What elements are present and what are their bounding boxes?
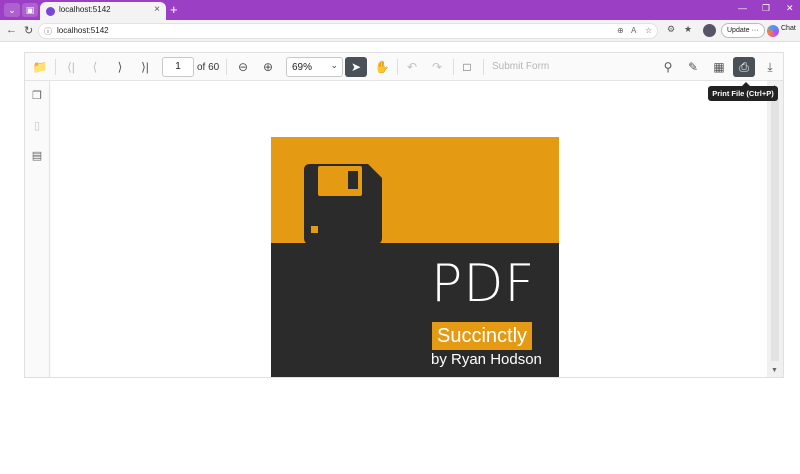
submit-form-button[interactable]: Submit Form	[492, 61, 549, 72]
site-favicon-icon	[46, 7, 55, 16]
print-icon[interactable]: ⎙	[733, 57, 755, 77]
comment-icon[interactable]: □	[456, 57, 478, 77]
minimize-icon[interactable]: —	[738, 3, 747, 13]
pdf-viewer: 📁 ⟨| ⟨ ⟩ ⟩| 1 of 60 ⊖ ⊕ 69% ⌄ ➤ ✋ ↶ ↷ □ …	[24, 52, 784, 378]
bookmark-icon[interactable]: ▯	[29, 118, 45, 134]
site-info-icon[interactable]: ⓘ	[44, 26, 52, 37]
update-label: Update	[727, 27, 750, 34]
undo-icon[interactable]: ↶	[401, 57, 423, 77]
annotation-icon[interactable]: ✎	[682, 57, 704, 77]
browser-tab-active[interactable]: localhost:5142 ×	[40, 2, 166, 20]
organize-pages-icon[interactable]: ▦	[708, 57, 730, 77]
extensions-icon[interactable]: ⚙	[667, 24, 675, 35]
toolbar-divider	[397, 59, 398, 75]
cover-title: PDF	[431, 254, 536, 314]
page-thumbnails-icon[interactable]: ❐	[29, 88, 45, 104]
browser-tab-bar: ⌄ ▣ localhost:5142 × + — ❐ ✕	[0, 0, 800, 20]
toolbar-divider	[226, 59, 227, 75]
toolbar-divider	[483, 59, 484, 75]
toolbar-divider	[55, 59, 56, 75]
cover-series-badge: Succinctly	[432, 322, 533, 350]
address-bar[interactable]: ⓘ localhost:5142 ⊕ A ☆	[38, 23, 658, 39]
chat-button[interactable]: Chat	[781, 25, 796, 32]
next-page-icon[interactable]: ⟩	[109, 57, 131, 77]
cover-author: by Ryan Hodson	[431, 351, 542, 368]
folder-icon[interactable]: 📁	[29, 57, 51, 77]
read-aloud-icon[interactable]: A	[631, 26, 636, 35]
zoom-select[interactable]: 69% ⌄	[286, 57, 343, 77]
scroll-down-icon[interactable]: ▼	[771, 367, 778, 374]
url-text[interactable]: localhost:5142	[57, 26, 109, 35]
update-button[interactable]: Update ···	[721, 23, 765, 38]
zoom-value: 69%	[292, 62, 313, 73]
zoom-in-icon[interactable]: ⊕	[257, 57, 279, 77]
vertical-scrollbar[interactable]: ▲ ▼	[767, 81, 783, 377]
chevron-down-icon: ⌄	[330, 60, 338, 70]
toolbar-divider	[453, 59, 454, 75]
page-count: of 60	[197, 62, 220, 73]
pdf-sidebar: ❐ ▯ ▤	[25, 81, 50, 377]
favorites-icon[interactable]: ★	[684, 24, 692, 35]
tab-actions-menu-icon[interactable]: ⌄	[4, 3, 20, 17]
search-icon[interactable]: ⚲	[657, 57, 679, 77]
page-number-input[interactable]: 1	[162, 57, 194, 77]
browser-address-row: ← ↻ ⓘ localhost:5142 ⊕ A ☆ ⚙ ★ Update ··…	[0, 20, 800, 42]
pdf-toolbar: 📁 ⟨| ⟨ ⟩ ⟩| 1 of 60 ⊖ ⊕ 69% ⌄ ➤ ✋ ↶ ↷ □ …	[25, 53, 783, 81]
previous-page-icon[interactable]: ⟨	[84, 57, 106, 77]
redo-icon[interactable]: ↷	[426, 57, 448, 77]
refresh-icon[interactable]: ↻	[24, 24, 33, 37]
download-icon[interactable]: ⤓	[759, 57, 781, 77]
copilot-icon[interactable]	[767, 25, 779, 37]
scrollbar-thumb[interactable]	[771, 99, 779, 361]
workspaces-icon[interactable]: ▣	[22, 3, 38, 17]
print-tooltip: Print File (Ctrl+P)	[708, 82, 778, 101]
new-tab-icon[interactable]: +	[170, 2, 178, 17]
tab-title: localhost:5142	[59, 5, 111, 14]
document-canvas[interactable]: PDF Succinctly by Ryan Hodson	[51, 81, 767, 377]
last-page-icon[interactable]: ⟩|	[134, 57, 156, 77]
close-window-icon[interactable]: ✕	[786, 3, 794, 14]
layers-icon[interactable]: ▤	[29, 148, 45, 164]
first-page-icon[interactable]: ⟨|	[60, 57, 82, 77]
cursor-icon[interactable]: ➤	[345, 57, 367, 77]
floppy-disk-icon	[304, 164, 382, 244]
page-zoom-icon[interactable]: ⊕	[617, 26, 624, 35]
restore-icon[interactable]: ❐	[762, 3, 770, 14]
zoom-out-icon[interactable]: ⊖	[232, 57, 254, 77]
back-icon[interactable]: ←	[6, 24, 17, 36]
tab-close-icon[interactable]: ×	[154, 4, 160, 15]
hand-icon[interactable]: ✋	[371, 57, 393, 77]
pdf-cover-page: PDF Succinctly by Ryan Hodson	[271, 137, 559, 377]
favorite-star-icon[interactable]: ☆	[645, 26, 652, 35]
profile-avatar[interactable]	[703, 24, 716, 37]
